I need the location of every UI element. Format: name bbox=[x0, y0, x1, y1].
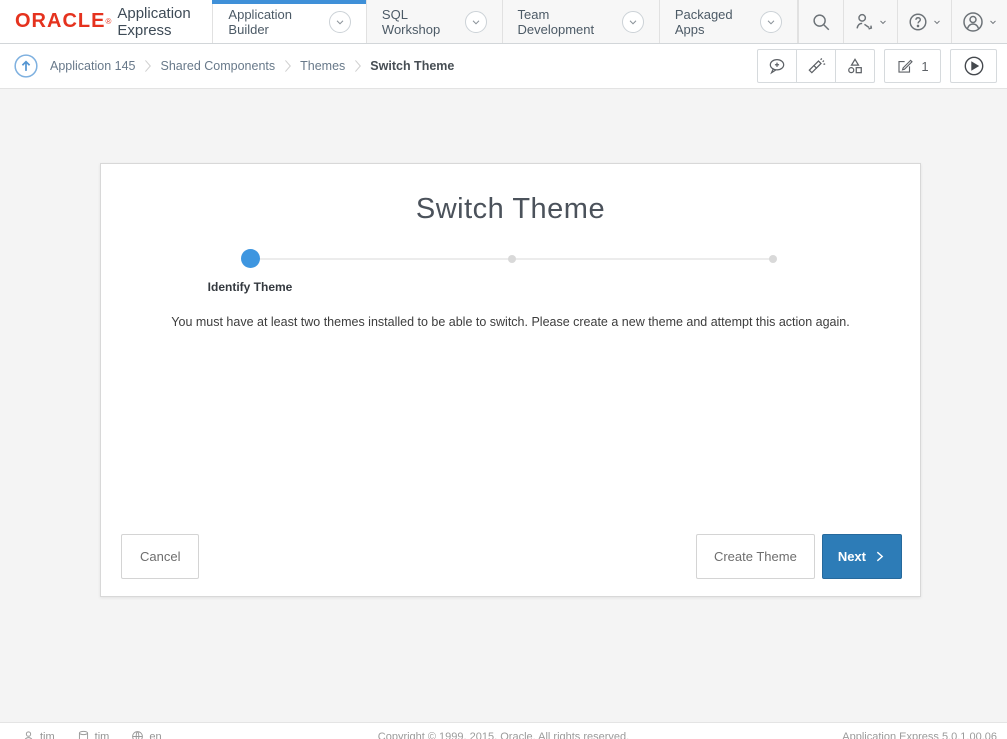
account-icon bbox=[961, 10, 985, 34]
chevron-down-icon bbox=[932, 17, 942, 27]
page-title: Switch Theme bbox=[101, 193, 920, 226]
tab-label: SQL Workshop bbox=[382, 7, 456, 37]
wizard-progress: Identify Theme bbox=[101, 249, 920, 313]
switch-theme-wizard-card: Switch Theme Identify Theme You must hav… bbox=[100, 163, 921, 597]
breadcrumb-bar: Application 145 Shared Components Themes… bbox=[0, 44, 1007, 89]
breadcrumb-themes[interactable]: Themes bbox=[300, 59, 345, 73]
breadcrumb-shared-components[interactable]: Shared Components bbox=[160, 59, 275, 73]
wizard-step-1-dot bbox=[241, 249, 260, 268]
next-button-label: Next bbox=[838, 549, 866, 564]
edit-page-icon bbox=[896, 57, 914, 75]
shared-components-button[interactable] bbox=[835, 49, 875, 83]
breadcrumb-application[interactable]: Application 145 bbox=[50, 59, 135, 73]
cancel-button[interactable]: Cancel bbox=[121, 534, 199, 579]
wizard-step-2-dot bbox=[508, 255, 516, 263]
chevron-down-icon[interactable] bbox=[760, 11, 782, 33]
chevron-down-icon bbox=[878, 17, 888, 27]
breadcrumb: Application 145 Shared Components Themes… bbox=[50, 59, 454, 73]
shapes-icon bbox=[845, 56, 865, 76]
help-icon bbox=[907, 11, 929, 33]
administration-menu-button[interactable] bbox=[843, 0, 897, 43]
tab-application-builder[interactable]: Application Builder bbox=[213, 0, 366, 43]
wizard-step-3-dot bbox=[769, 255, 777, 263]
apex-switch-theme-page: ORACLE® Application Express Application … bbox=[0, 0, 1007, 739]
footer-version: Application Express 5.0.1.00.06 bbox=[842, 731, 997, 739]
oracle-logo-trademark: ® bbox=[105, 17, 111, 26]
flashlight-icon bbox=[806, 56, 826, 76]
oracle-logo: ORACLE bbox=[15, 10, 105, 33]
account-menu-button[interactable] bbox=[951, 0, 1007, 43]
wizard-message: You must have at least two themes instal… bbox=[101, 315, 920, 329]
next-button[interactable]: Next bbox=[822, 534, 902, 579]
chevron-down-icon[interactable] bbox=[622, 11, 644, 33]
tab-label: Application Builder bbox=[228, 7, 319, 37]
wizard-step-1-label: Identify Theme bbox=[180, 280, 320, 294]
tab-sql-workshop[interactable]: SQL Workshop bbox=[367, 0, 503, 43]
tab-label: Team Development bbox=[518, 7, 613, 37]
breadcrumb-separator-icon bbox=[353, 59, 362, 73]
header-utility-icons bbox=[798, 0, 1007, 43]
chevron-down-icon[interactable] bbox=[329, 11, 351, 33]
product-name: Application Express bbox=[117, 5, 212, 39]
top-navigation-bar: ORACLE® Application Express Application … bbox=[0, 0, 1007, 44]
search-button[interactable] bbox=[798, 0, 843, 43]
page-toolbar: 1 bbox=[757, 49, 997, 83]
debug-button[interactable] bbox=[796, 49, 836, 83]
tab-team-development[interactable]: Team Development bbox=[503, 0, 660, 43]
up-level-icon[interactable] bbox=[13, 53, 39, 79]
toolbar-button-group bbox=[757, 49, 875, 83]
tab-label: Packaged Apps bbox=[675, 7, 751, 37]
breadcrumb-separator-icon bbox=[283, 59, 292, 73]
page-footer: tim tim en Copyright © 1999, 2015, Oracl… bbox=[0, 722, 1007, 739]
run-page-button[interactable] bbox=[950, 49, 997, 83]
comment-plus-icon bbox=[767, 56, 787, 76]
main-nav-tabs: Application Builder SQL Workshop Team De… bbox=[212, 0, 798, 43]
breadcrumb-separator-icon bbox=[143, 59, 152, 73]
edit-page-number: 1 bbox=[921, 59, 928, 74]
chevron-down-icon[interactable] bbox=[465, 11, 487, 33]
help-menu-button[interactable] bbox=[897, 0, 951, 43]
chevron-down-icon bbox=[988, 17, 998, 27]
chevron-right-icon bbox=[873, 550, 886, 563]
feedback-button[interactable] bbox=[757, 49, 797, 83]
admin-user-wrench-icon bbox=[853, 11, 875, 33]
wizard-actions: Create Theme Next bbox=[696, 534, 902, 579]
breadcrumb-current-page: Switch Theme bbox=[370, 59, 454, 73]
tab-packaged-apps[interactable]: Packaged Apps bbox=[660, 0, 798, 43]
logo-area: ORACLE® Application Express bbox=[0, 0, 212, 43]
edit-page-button[interactable]: 1 bbox=[884, 49, 941, 83]
play-icon bbox=[963, 55, 985, 77]
create-theme-button[interactable]: Create Theme bbox=[696, 534, 815, 579]
search-icon bbox=[810, 11, 832, 33]
